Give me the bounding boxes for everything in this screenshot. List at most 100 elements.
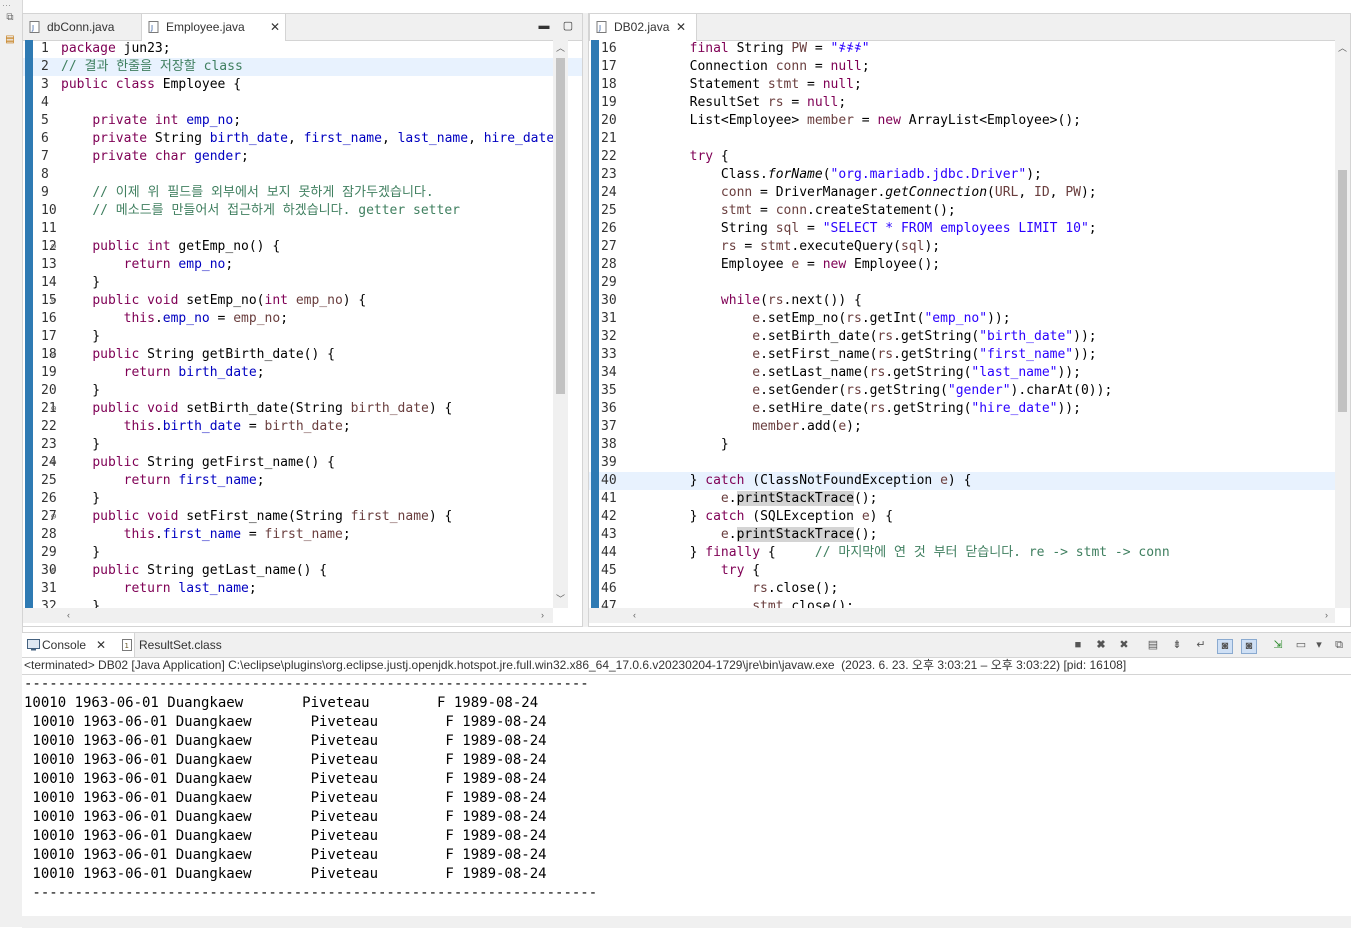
remove-launch-icon[interactable]: ✖ — [1094, 639, 1108, 652]
code-line[interactable]: 23 } — [23, 436, 582, 454]
display-console-icon[interactable]: ▭ — [1294, 639, 1308, 652]
code-line[interactable]: 18 ⊖ public String getBirth_date() { — [23, 346, 582, 364]
code-line[interactable]: 42 } catch (SQLException e) { — [589, 508, 1350, 526]
fold-toggle-icon[interactable]: ⊖ — [51, 400, 56, 418]
vertical-scrollbar[interactable]: ︿ — [1335, 40, 1350, 608]
code-line[interactable]: 3 public class Employee { — [23, 76, 582, 94]
code-line[interactable]: 26 String sql = "SELECT * FROM employees… — [589, 220, 1350, 238]
scroll-lock-icon[interactable]: ⇟ — [1170, 639, 1184, 652]
code-line[interactable]: 16 final String PW = "҂҂҂" — [589, 40, 1350, 58]
vertical-scrollbar[interactable]: ︿ ﹀ — [553, 40, 568, 608]
close-icon[interactable]: ✕ — [676, 14, 686, 40]
code-line[interactable]: 31 e.setEmp_no(rs.getInt("emp_no")); — [589, 310, 1350, 328]
pin-console-icon[interactable]: ⇲ — [1271, 639, 1285, 652]
code-line[interactable]: 22 this.birth_date = birth_date; — [23, 418, 582, 436]
code-line[interactable]: 6 private String birth_date, first_name,… — [23, 130, 582, 148]
code-line[interactable]: 37 member.add(e); — [589, 418, 1350, 436]
code-line[interactable]: 13 return emp_no; — [23, 256, 582, 274]
clear-console-icon[interactable]: ▤ — [1146, 639, 1160, 652]
code-line[interactable]: 17 } — [23, 328, 582, 346]
code-line[interactable]: 25 return first_name; — [23, 472, 582, 490]
code-line[interactable]: 38 } — [589, 436, 1350, 454]
maximize-icon[interactable]: ▢ — [561, 19, 575, 33]
code-line[interactable]: 20 List<Employee> member = new ArrayList… — [589, 112, 1350, 130]
fold-toggle-icon[interactable]: ⊖ — [51, 454, 56, 472]
scroll-down-icon[interactable]: ﹀ — [553, 594, 568, 604]
horizontal-scrollbar[interactable]: ‹ › — [589, 608, 1335, 623]
code-line[interactable]: 27 ⊖ public void setFirst_name(String fir… — [23, 508, 582, 526]
code-line[interactable]: 29 } — [23, 544, 582, 562]
scroll-right-icon[interactable]: › — [1319, 610, 1334, 620]
code-line[interactable]: 45 try { — [589, 562, 1350, 580]
code-line[interactable]: 47 stmt.close(); — [589, 598, 1350, 608]
scroll-up-icon[interactable]: ︿ — [1335, 43, 1350, 53]
show-on-stderr-icon[interactable]: ◙ — [1241, 639, 1257, 654]
show-on-stdout-icon[interactable]: ◙ — [1217, 639, 1233, 654]
code-line[interactable]: 26 } — [23, 490, 582, 508]
code-line[interactable]: 36 e.setHire_date(rs.getString("hire_dat… — [589, 400, 1350, 418]
code-line[interactable]: 12 ⊖ public int getEmp_no() { — [23, 238, 582, 256]
code-line[interactable]: 25 stmt = conn.createStatement(); — [589, 202, 1350, 220]
code-line[interactable]: 24 ⊖ public String getFirst_name() { — [23, 454, 582, 472]
code-line[interactable]: 9 // 이제 위 필드를 외부에서 보지 못하게 잠가두겠습니다. — [23, 184, 582, 202]
code-line[interactable]: 15 ⊖ public void setEmp_no(int emp_no) { — [23, 292, 582, 310]
code-line[interactable]: 39 — [589, 454, 1350, 472]
close-icon[interactable]: ✕ — [270, 14, 280, 40]
horizontal-scrollbar[interactable]: ‹ › — [23, 608, 553, 623]
code-line[interactable]: 28 Employee e = new Employee(); — [589, 256, 1350, 274]
code-line[interactable]: 7 private char gender; — [23, 148, 582, 166]
code-line[interactable]: 44 } finally { // 마지막에 연 것 부터 닫습니다. re -… — [589, 544, 1350, 562]
code-line[interactable]: 8 — [23, 166, 582, 184]
horizontal-scrollbar[interactable] — [22, 916, 1351, 928]
tab-dbconn-java[interactable]: J dbConn.java — [23, 14, 141, 40]
code-line[interactable]: 32 e.setBirth_date(rs.getString("birth_d… — [589, 328, 1350, 346]
code-line[interactable]: 21 — [589, 130, 1350, 148]
scroll-thumb[interactable] — [1338, 170, 1347, 412]
code-line[interactable]: 18 Statement stmt = null; — [589, 76, 1350, 94]
tab-db02-java[interactable]: J DB02.java ✕ — [589, 14, 697, 41]
code-line[interactable]: 40 } catch (ClassNotFoundException e) { — [589, 472, 1350, 490]
code-line[interactable]: 22 try { — [589, 148, 1350, 166]
word-wrap-icon[interactable]: ↵ — [1194, 639, 1208, 652]
code-line[interactable]: 21 ⊖ public void setBirth_date(String bir… — [23, 400, 582, 418]
code-line[interactable]: 24 conn = DriverManager.getConnection(UR… — [589, 184, 1350, 202]
code-area[interactable]: 16 final String PW = "҂҂҂" 17 Connection … — [589, 40, 1350, 608]
code-line[interactable]: 10 // 메소드를 만들어서 접근하게 하겠습니다. getter sette… — [23, 202, 582, 220]
code-line[interactable]: 33 e.setFirst_name(rs.getString("first_n… — [589, 346, 1350, 364]
code-line[interactable]: 5 private int emp_no; — [23, 112, 582, 130]
remove-all-terminated-icon[interactable]: ✖ — [1117, 639, 1131, 652]
chevron-down-icon[interactable]: ▾ — [1312, 639, 1326, 652]
code-line[interactable]: 2 // 결과 한줄을 저장할 class — [23, 58, 582, 76]
scroll-thumb[interactable] — [556, 58, 565, 394]
code-line[interactable]: 19 ResultSet rs = null; — [589, 94, 1350, 112]
code-line[interactable]: 34 e.setLast_name(rs.getString("last_nam… — [589, 364, 1350, 382]
drag-handle-icon[interactable]: ⋯ — [2, 0, 12, 11]
code-line[interactable]: 14 } — [23, 274, 582, 292]
scroll-right-icon[interactable]: › — [535, 610, 550, 620]
code-line[interactable]: 31 return last_name; — [23, 580, 582, 598]
code-line[interactable]: 32 } — [23, 598, 582, 608]
code-line[interactable]: 28 this.first_name = first_name; — [23, 526, 582, 544]
code-line[interactable]: 41 e.printStackTrace(); — [589, 490, 1350, 508]
fold-toggle-icon[interactable]: ⊖ — [51, 562, 56, 580]
fold-toggle-icon[interactable]: ⊖ — [51, 346, 56, 364]
fold-toggle-icon[interactable]: ⊖ — [51, 508, 56, 526]
code-line[interactable]: 30 ⊖ public String getLast_name() { — [23, 562, 582, 580]
code-line[interactable]: 29 — [589, 274, 1350, 292]
code-line[interactable]: 30 while(rs.next()) { — [589, 292, 1350, 310]
outline-icon[interactable]: ▤ — [4, 34, 16, 46]
code-area[interactable]: 1 package jun23; 2 // 결과 한줄을 저장할 class 3 publ… — [23, 40, 582, 608]
code-line[interactable]: 1 package jun23; — [23, 40, 582, 58]
scroll-left-icon[interactable]: ‹ — [61, 610, 76, 620]
close-icon[interactable]: ✕ — [96, 633, 106, 657]
code-line[interactable]: 19 return birth_date; — [23, 364, 582, 382]
code-line[interactable]: 17 Connection conn = null; — [589, 58, 1350, 76]
scroll-left-icon[interactable]: ‹ — [627, 610, 642, 620]
fold-toggle-icon[interactable]: ⊖ — [51, 238, 56, 256]
open-console-icon[interactable]: ⧉ — [1332, 639, 1346, 652]
code-line[interactable]: 4 — [23, 94, 582, 112]
tab-employee-java[interactable]: J Employee.java ✕ — [141, 14, 286, 41]
scroll-up-icon[interactable]: ︿ — [553, 43, 568, 53]
code-line[interactable]: 11 — [23, 220, 582, 238]
minimize-icon[interactable]: ▬ — [537, 19, 551, 33]
